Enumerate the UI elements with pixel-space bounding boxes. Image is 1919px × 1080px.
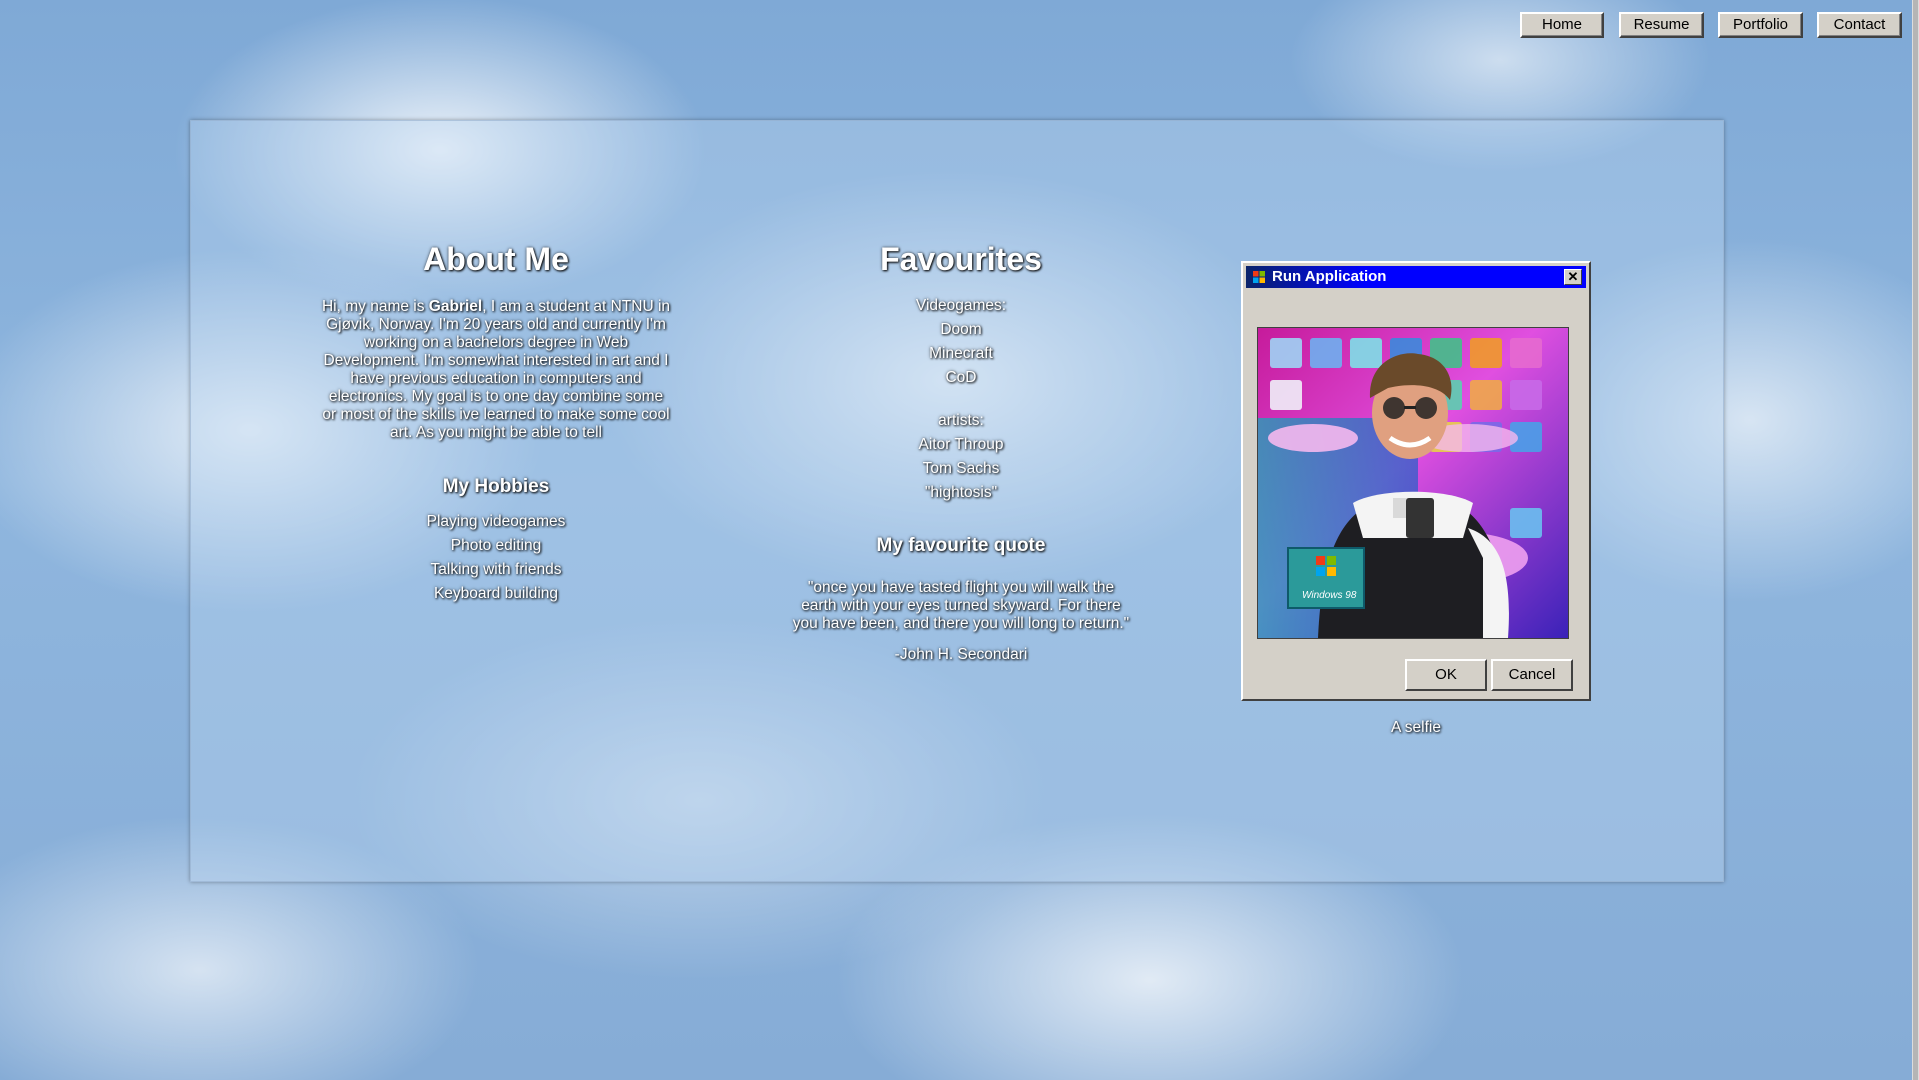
list-item: Keyboard building [433, 585, 559, 602]
about-column: About Me Hi, my name is Gabriel, I am a … [321, 241, 671, 606]
nav-contact-button[interactable]: Contact [1817, 12, 1902, 38]
artists-heading: artists: [938, 412, 984, 429]
list-item: CoD [945, 369, 977, 386]
list-item: Minecraft [929, 345, 993, 362]
hobbies-list: Playing videogames Photo editing Talking… [321, 510, 671, 606]
dialog-titlebar[interactable]: Run Application ✕ [1246, 266, 1586, 288]
list-item: Aitor Throup [918, 436, 1004, 453]
quote-title: My favourite quote [876, 535, 1046, 556]
favourites-title: Favourites [880, 241, 1042, 277]
about-intro-rest: , I am a student at NTNU in Gjøvik, Norw… [322, 298, 671, 441]
quote-text: "once you have tasted flight you will wa… [792, 579, 1130, 632]
nav-resume-button[interactable]: Resume [1619, 12, 1704, 38]
nav-portfolio-button[interactable]: Portfolio [1718, 12, 1803, 38]
about-name: Gabriel [428, 298, 483, 315]
hobbies-title: My Hobbies [442, 476, 550, 497]
artists-list: artists: Aitor Throup Tom Sachs "hightos… [781, 409, 1141, 505]
list-item: Doom [940, 321, 982, 338]
about-title: About Me [423, 241, 569, 277]
content-panel: About Me Hi, my name is Gabriel, I am a … [190, 120, 1724, 882]
close-icon[interactable]: ✕ [1564, 269, 1582, 285]
about-text: Hi, my name is Gabriel, I am a student a… [321, 298, 671, 442]
dialog-title: Run Application [1272, 268, 1387, 285]
selfie-image: Windows 98 [1257, 327, 1569, 639]
list-item: "hightosis" [924, 484, 998, 501]
windows-logo-icon [1253, 271, 1265, 283]
run-application-dialog: Run Application ✕ Windows 98 OK Cancel [1241, 261, 1591, 701]
scrollbar-thumb[interactable] [1913, 0, 1918, 1080]
list-item: Talking with friends [430, 561, 562, 578]
selfie-artwork: Windows 98 [1258, 328, 1568, 638]
games-heading: Videogames: [915, 297, 1007, 314]
selfie-caption: A selfie [1391, 719, 1441, 736]
nav-home-button[interactable]: Home [1520, 12, 1604, 38]
page-scrollbar[interactable] [1912, 0, 1919, 1080]
list-item: Photo editing [450, 537, 542, 554]
photo-badge-text: Windows 98 [1302, 590, 1357, 601]
games-list: Videogames: Doom Minecraft CoD [781, 294, 1141, 390]
quote-author: -John H. Secondari [894, 646, 1028, 663]
list-item: Playing videogames [426, 513, 566, 530]
cancel-button[interactable]: Cancel [1491, 659, 1573, 691]
about-intro-start: Hi, my name is [321, 298, 429, 315]
favourites-column: Favourites Videogames: Doom Minecraft Co… [781, 241, 1141, 667]
ok-button[interactable]: OK [1405, 659, 1487, 691]
list-item: Tom Sachs [922, 460, 1000, 477]
